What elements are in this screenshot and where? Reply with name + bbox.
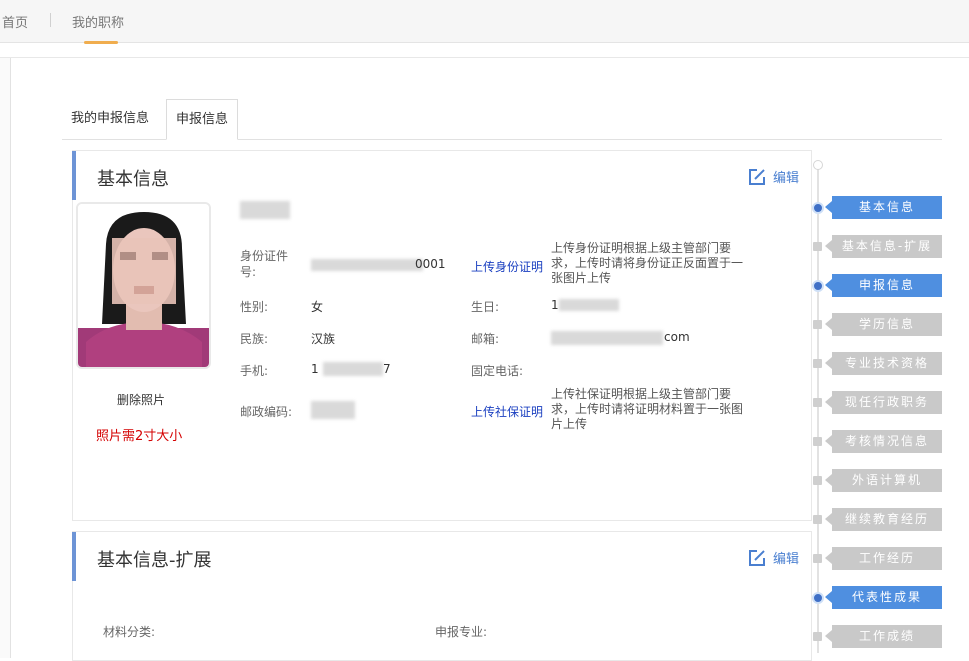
section-title: 基本信息-扩展 <box>97 550 212 571</box>
edit-button[interactable]: 编辑 <box>748 167 799 186</box>
step-status-dot <box>813 476 822 485</box>
basic-info-extended-card: 基本信息-扩展 编辑 材料分类: 申报专业: <box>72 531 812 661</box>
email-value: com <box>664 330 690 344</box>
id-number-value: 0001 <box>415 257 446 271</box>
upload-id-tip: 上传身份证明根据上级主管部门要求，上传时请将身份证正反面置于一张图片上传 <box>551 241 744 285</box>
upload-id-proof-link[interactable]: 上传身份证明 <box>471 258 543 275</box>
id-number-label: 身份证件号: <box>240 249 289 279</box>
section-accent-bar <box>72 532 76 581</box>
step-status-dot <box>812 592 824 604</box>
edit-label: 编辑 <box>772 171 799 186</box>
step-item[interactable]: 学历信息 <box>825 313 942 336</box>
step-item[interactable]: 工作成绩 <box>825 625 942 648</box>
top-navigation-bar: 首页 我的职称 <box>0 0 969 44</box>
step-status-dot <box>812 280 824 292</box>
tab-my-application[interactable]: 我的申报信息 <box>62 99 158 140</box>
step-item[interactable]: 继续教育经历 <box>825 508 942 531</box>
email-label: 邮箱: <box>471 332 500 346</box>
edit-button[interactable]: 编辑 <box>748 548 799 567</box>
delete-photo-link[interactable]: 删除照片 <box>117 391 165 408</box>
basic-info-card: 基本信息 编辑 删除照片 照片需2寸大小 身份证件号: 0001 性别: 女 民… <box>72 150 812 521</box>
upload-social-security-link[interactable]: 上传社保证明 <box>471 403 543 420</box>
nav-home-link[interactable]: 首页 <box>2 12 28 31</box>
step-timeline-line <box>817 162 819 653</box>
postal-code-redacted <box>311 401 355 419</box>
step-status-dot <box>813 242 822 251</box>
nav-active-indicator <box>84 41 118 44</box>
photo-size-note: 照片需2寸大小 <box>96 429 183 444</box>
step-item[interactable]: 考核情况信息 <box>825 430 942 453</box>
mobile-value-head: 1 <box>311 362 319 376</box>
edit-icon <box>748 168 765 185</box>
step-status-dot <box>813 320 822 329</box>
postal-code-label: 邮政编码: <box>240 405 293 419</box>
upload-social-security-tip: 上传社保证明根据上级主管部门要求，上传时请将证明材料置于一张图片上传 <box>551 387 744 431</box>
edit-icon <box>748 549 765 566</box>
step-item[interactable]: 申报信息 <box>825 274 942 297</box>
step-item[interactable]: 代表性成果 <box>825 586 942 609</box>
step-item[interactable]: 现任行政职务 <box>825 391 942 414</box>
ethnicity-value: 汉族 <box>311 332 336 346</box>
step-status-dot <box>813 359 822 368</box>
profile-photo <box>76 202 211 369</box>
step-item[interactable]: 工作经历 <box>825 547 942 570</box>
step-item[interactable]: 基本信息-扩展 <box>825 235 942 258</box>
tab-bar: 我的申报信息 申报信息 <box>62 99 942 140</box>
step-item[interactable]: 基本信息 <box>825 196 942 219</box>
email-redacted <box>551 331 663 345</box>
mobile-value-tail: 7 <box>383 362 391 376</box>
section-title: 基本信息 <box>97 169 169 190</box>
step-status-dot <box>813 437 822 446</box>
landline-label: 固定电话: <box>471 364 524 378</box>
birthday-redacted <box>559 299 619 311</box>
step-status-dot <box>813 515 822 524</box>
header-divider <box>0 57 969 58</box>
edit-label: 编辑 <box>772 552 799 567</box>
timeline-start-dot <box>813 160 823 170</box>
step-item[interactable]: 专业技术资格 <box>825 352 942 375</box>
step-status-dot <box>813 632 822 641</box>
id-number-redacted <box>311 259 423 271</box>
nav-my-title-link[interactable]: 我的职称 <box>72 12 124 31</box>
gender-value: 女 <box>311 300 324 314</box>
nav-divider <box>50 13 51 27</box>
step-status-dot <box>813 398 822 407</box>
left-collapsed-panel <box>0 58 11 658</box>
section-accent-bar <box>72 151 76 200</box>
gender-label: 性别: <box>240 300 269 314</box>
birthday-value: 1 <box>551 298 559 312</box>
material-category-label: 材料分类: <box>103 625 156 639</box>
ethnicity-label: 民族: <box>240 332 269 346</box>
step-status-dot <box>812 202 824 214</box>
mobile-redacted <box>323 362 383 376</box>
declared-major-label: 申报专业: <box>435 625 488 639</box>
birthday-label: 生日: <box>471 300 500 314</box>
mobile-label: 手机: <box>240 364 269 378</box>
step-status-dot <box>813 554 822 563</box>
step-item[interactable]: 外语计算机 <box>825 469 942 492</box>
tab-application-info[interactable]: 申报信息 <box>166 99 239 140</box>
name-redacted <box>240 201 290 219</box>
